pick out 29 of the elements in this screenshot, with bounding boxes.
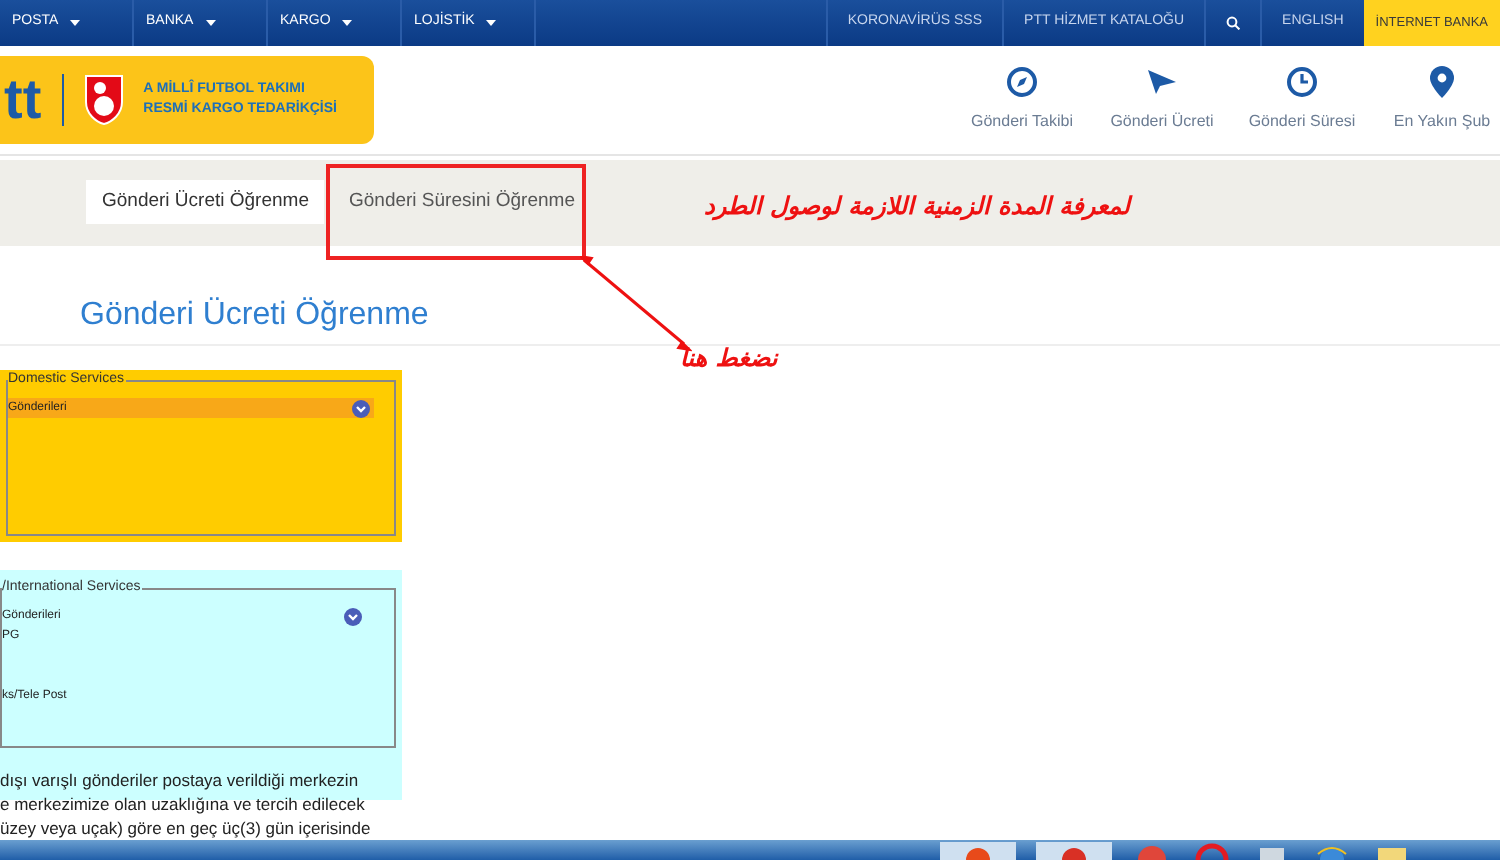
page-title: Gönderi Ücreti Öğrenme: [80, 295, 429, 335]
taskbar-app-icon[interactable]: [1312, 842, 1352, 860]
location-pin-icon: [1430, 66, 1454, 98]
caret-icon: [70, 20, 81, 26]
annotation-label: نضغط هنا: [680, 342, 778, 376]
taskbar-app-icon[interactable]: [1372, 842, 1412, 860]
dropdown-icon: [344, 608, 362, 626]
quick-link[interactable]: Gönderi Takibi: [968, 66, 1076, 134]
annotation-caption: لمعرفة المدة الزمنية اللازمة لوصول الطرد: [704, 190, 1130, 224]
search-icon[interactable]: [1226, 16, 1241, 30]
shield-icon: [83, 74, 124, 126]
quick-link[interactable]: En Yakın Şub: [1388, 66, 1496, 134]
caret-icon: [486, 20, 497, 26]
quick-link[interactable]: Gönderi Süresi: [1248, 66, 1356, 134]
compass-icon: [1006, 66, 1038, 98]
tab[interactable]: Gönderi Süresini Öğrenme: [332, 180, 591, 224]
logo-text: tt: [4, 72, 42, 128]
dropdown-icon: [352, 399, 370, 417]
clock-icon: [1286, 66, 1318, 98]
quick-link[interactable]: Gönderi Ücreti: [1108, 66, 1216, 134]
caret-icon: [342, 20, 353, 26]
tab[interactable]: Gönderi Ücreti Öğrenme: [86, 180, 325, 224]
taskbar-app-icon[interactable]: [1192, 842, 1232, 860]
info-paragraph: dışı varışlı gönderiler postaya verildiği merkezin e merkezimize olan uzaklığına ve tercih edilecek üzey veya uçak) göre en geç üç(3) gün içerisinde: [0, 768, 373, 840]
taskbar-app-icon[interactable]: [940, 842, 1016, 860]
caret-icon: [205, 20, 216, 26]
taskbar-app-icon[interactable]: [1036, 842, 1112, 860]
taskbar-app-icon[interactable]: [1132, 842, 1172, 860]
paper-plane-icon: [1148, 70, 1176, 94]
